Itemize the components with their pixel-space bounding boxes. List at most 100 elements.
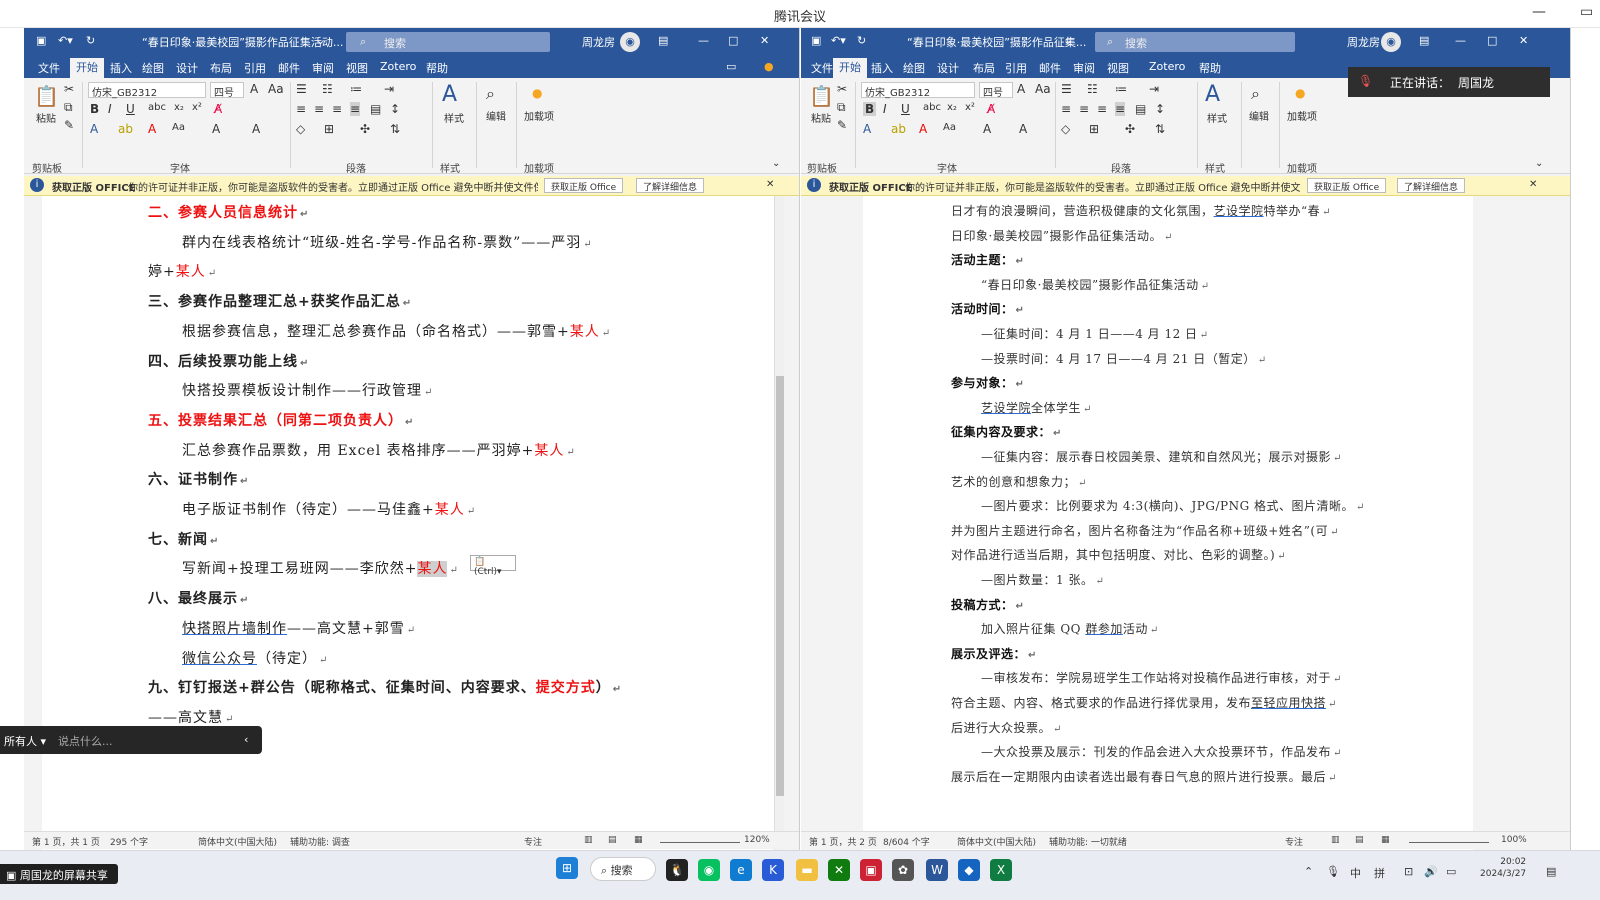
shading-icon[interactable]: ◇ xyxy=(296,122,305,136)
superscript-icon[interactable]: x² xyxy=(965,102,975,113)
grow-font-icon[interactable]: A xyxy=(250,82,258,96)
align-right-icon[interactable]: ≡ xyxy=(332,102,342,116)
redo-icon[interactable]: ↻ xyxy=(857,34,866,47)
addins-icon[interactable]: ● xyxy=(1295,86,1305,100)
tab-mailings[interactable]: 邮件 xyxy=(1033,59,1067,77)
paste-options-button[interactable]: 📋(Ctrl)▾ xyxy=(470,555,516,577)
notification-icon[interactable]: ▤ xyxy=(1546,865,1556,878)
tab-zotero[interactable]: Zotero xyxy=(374,59,422,74)
align-right-icon[interactable]: ≡ xyxy=(1097,102,1107,116)
cut-icon[interactable]: ✂ xyxy=(837,82,847,96)
comments-icon[interactable]: ▭ xyxy=(720,59,742,74)
subscript-icon[interactable]: x₂ xyxy=(174,102,184,113)
maximize-icon[interactable]: □ xyxy=(1487,34,1497,47)
tab-layout[interactable]: 布局 xyxy=(967,59,1001,77)
tab-review[interactable]: 审阅 xyxy=(306,59,340,77)
align-center-icon[interactable]: ≡ xyxy=(1079,102,1089,116)
styles-icon[interactable]: A xyxy=(442,82,457,107)
get-office-button[interactable]: 获取正版 Office xyxy=(544,178,624,193)
tab-review[interactable]: 审阅 xyxy=(1067,59,1101,77)
align-left-icon[interactable]: ≡ xyxy=(296,102,306,116)
tab-zotero[interactable]: Zotero xyxy=(1143,59,1191,74)
justify-icon[interactable]: ≡ xyxy=(1115,102,1126,116)
web-layout-icon[interactable]: ▦ xyxy=(634,835,643,845)
wechat-icon[interactable]: ◉ xyxy=(698,859,720,881)
copy-icon[interactable]: ⧉ xyxy=(64,100,73,115)
strikethrough-icon[interactable]: abc xyxy=(148,102,166,113)
excel-icon[interactable]: X xyxy=(990,859,1012,881)
italic-icon[interactable]: I xyxy=(883,102,887,116)
start-icon[interactable]: ⊞ xyxy=(556,857,578,879)
learn-more-button[interactable]: 了解详细信息 xyxy=(1397,178,1466,193)
minimize-button[interactable]: — xyxy=(1532,4,1546,20)
font-color-icon[interactable]: A xyxy=(919,122,927,136)
superscript-icon[interactable]: x² xyxy=(192,102,202,113)
word-icon[interactable]: W xyxy=(926,859,948,881)
save-icon[interactable]: ▣ xyxy=(811,34,821,47)
text-effects-icon[interactable]: A xyxy=(863,122,871,136)
font-name-select[interactable]: 仿宋_GB2312 xyxy=(88,82,206,99)
tab-design[interactable]: 设计 xyxy=(170,59,204,77)
avatar[interactable]: ◉ xyxy=(1381,32,1401,52)
zoom-slider[interactable] xyxy=(1409,835,1489,843)
title-search[interactable]: ⌕ 搜索 xyxy=(346,32,550,52)
grow-font-icon[interactable]: A xyxy=(1017,82,1025,96)
change-case-icon[interactable]: Aa xyxy=(943,122,956,133)
print-layout-icon[interactable]: ▤ xyxy=(1355,835,1364,845)
undo-icon[interactable]: ↶▾ xyxy=(58,34,73,47)
save-icon[interactable]: ▣ xyxy=(36,34,46,47)
char-shading-icon[interactable]: A xyxy=(983,122,991,136)
sort-icon[interactable]: ⇅ xyxy=(390,122,400,136)
align-left-icon[interactable]: ≡ xyxy=(1061,102,1071,116)
bold-icon[interactable]: B xyxy=(90,102,99,116)
subscript-icon[interactable]: x₂ xyxy=(947,102,957,113)
shrink-font-icon[interactable]: Aa xyxy=(268,82,284,96)
font-size-select[interactable]: 四号 xyxy=(979,82,1013,99)
format-painter-icon[interactable]: ✎ xyxy=(64,118,74,132)
borders-icon[interactable]: ⊞ xyxy=(1089,122,1099,136)
app-red-icon[interactable]: ▣ xyxy=(860,859,882,881)
find-icon[interactable]: ⌕ xyxy=(486,84,495,104)
tab-draw[interactable]: 绘图 xyxy=(897,59,931,77)
ribbon-display-icon[interactable]: ▤ xyxy=(1419,34,1429,47)
tab-design[interactable]: 设计 xyxy=(931,59,965,77)
close-notice-icon[interactable]: ✕ xyxy=(766,179,774,190)
title-search[interactable]: ⌕ 搜索 xyxy=(1095,32,1295,52)
char-border-icon[interactable]: A xyxy=(252,122,260,136)
change-case-icon[interactable]: Aa xyxy=(172,122,185,133)
copy-icon[interactable]: ⧉ xyxy=(837,100,846,115)
find-icon[interactable]: ⌕ xyxy=(1251,84,1260,104)
input-lang[interactable]: 中 xyxy=(1350,865,1361,881)
highlight-icon[interactable]: ab xyxy=(118,122,133,136)
zoom-slider[interactable] xyxy=(660,835,740,843)
undo-icon[interactable]: ↶▾ xyxy=(831,34,846,47)
numbering-icon[interactable]: ☷ xyxy=(1087,82,1098,96)
tab-help[interactable]: 帮助 xyxy=(1193,59,1227,77)
mic-icon[interactable]: 🎙 xyxy=(1326,865,1340,878)
app-k-icon[interactable]: K xyxy=(762,859,784,881)
tab-view[interactable]: 视图 xyxy=(340,59,374,77)
multilevel-icon[interactable]: ≔ xyxy=(350,82,362,96)
line-spacing-icon[interactable]: ↕ xyxy=(1155,102,1165,116)
maximize-icon[interactable]: □ xyxy=(728,34,738,47)
tab-insert[interactable]: 插入 xyxy=(104,59,138,77)
shrink-font-icon[interactable]: Aa xyxy=(1035,82,1051,96)
qq-icon[interactable]: 🐧 xyxy=(666,859,688,881)
chat-input[interactable]: 说点什么... xyxy=(58,733,113,749)
get-office-button[interactable]: 获取正版 Office xyxy=(1307,178,1387,193)
restore-button[interactable]: ▭ xyxy=(1580,4,1593,20)
share-icon[interactable]: ● xyxy=(758,59,780,74)
tab-layout[interactable]: 布局 xyxy=(204,59,238,77)
close-icon[interactable]: ✕ xyxy=(760,34,769,47)
close-icon[interactable]: ✕ xyxy=(1519,34,1528,47)
font-size-select[interactable]: 四号 xyxy=(210,82,244,99)
bold-icon[interactable]: B xyxy=(863,102,877,116)
tab-insert[interactable]: 插入 xyxy=(865,59,899,77)
xbox-icon[interactable]: ✕ xyxy=(828,859,850,881)
network-icon[interactable]: ⊡ xyxy=(1404,865,1413,878)
avatar[interactable]: ◉ xyxy=(620,32,640,52)
collapse-ribbon-icon[interactable]: ⌄ xyxy=(772,158,780,169)
tab-home[interactable]: 开始 xyxy=(833,58,867,78)
char-border-icon[interactable]: A xyxy=(1019,122,1027,136)
learn-more-button[interactable]: 了解详细信息 xyxy=(636,178,705,193)
